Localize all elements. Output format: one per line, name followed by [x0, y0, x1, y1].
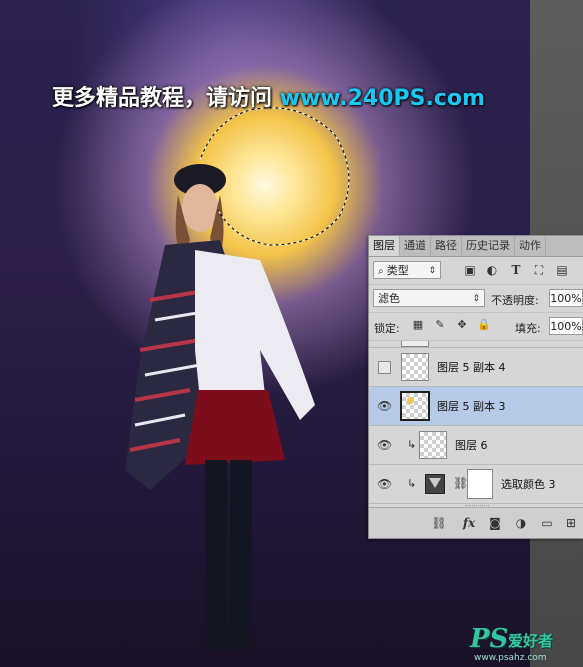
- chain-link-icon[interactable]: ⛓: [453, 476, 468, 490]
- chevron-updown-icon: ⇕: [472, 294, 480, 304]
- lock-row: 锁定: ▦ ✎ ✥ 🔒 填充: 100%: [369, 313, 583, 341]
- fill-label: 填充:: [515, 322, 541, 335]
- layer-row[interactable]: 👁 ↳ 图层 6: [369, 426, 583, 465]
- layer-name: 图层 6: [455, 439, 488, 452]
- layer-filter-select[interactable]: ⌕ 类型 ⇕: [373, 261, 441, 279]
- blend-mode-value: 滤色: [378, 292, 400, 305]
- opacity-input[interactable]: 100%: [549, 289, 583, 307]
- filter-type-label: 类型: [386, 264, 409, 277]
- lock-paint-icon[interactable]: ✎: [433, 318, 447, 332]
- tutorial-watermark: 更多精品教程，请访问 www.240PS.com: [52, 80, 485, 112]
- layer-row-selected[interactable]: 👁 图层 5 副本 3: [369, 387, 583, 426]
- panel-footer: ⛓ fx ◙ ◑ ▭ ⊞: [369, 505, 583, 538]
- adjustment-filter-icon[interactable]: ◐: [483, 261, 501, 279]
- tab-channels[interactable]: 通道: [400, 236, 431, 256]
- tab-layers[interactable]: 图层: [369, 236, 400, 256]
- link-layers-icon[interactable]: ⛓: [431, 516, 447, 530]
- search-icon: ⌕: [378, 266, 387, 277]
- smart-object-filter-icon[interactable]: ▤: [553, 261, 571, 279]
- watermark-site: www.240PS.com: [279, 86, 485, 111]
- layers-panel: 图层 通道 路径 历史记录 动作 ⌕ 类型 ⇕ ▣ ◐ T ⛶ ▤ 滤色 ⇕ 不…: [368, 235, 583, 539]
- site-logo-url: www.psahz.com: [474, 653, 547, 663]
- eye-icon[interactable]: 👁: [377, 399, 392, 413]
- new-group-icon[interactable]: ▭: [539, 516, 555, 530]
- layer-style-fx-icon[interactable]: fx: [461, 516, 477, 530]
- chevron-updown-icon: ⇕: [428, 266, 436, 276]
- type-filter-icon[interactable]: T: [507, 261, 525, 279]
- lock-all-icon[interactable]: 🔒: [477, 318, 491, 332]
- eye-icon[interactable]: 👁: [377, 477, 392, 491]
- lock-transparent-icon[interactable]: ▦: [411, 318, 425, 332]
- layer-mask-thumbnail[interactable]: [467, 469, 493, 499]
- layer-name: 图层 5 副本 3: [437, 400, 506, 413]
- image-filter-icon[interactable]: ▣: [461, 261, 479, 279]
- tab-actions[interactable]: 动作: [515, 236, 546, 256]
- blend-mode-select[interactable]: 滤色 ⇕: [373, 289, 485, 307]
- shape-filter-icon[interactable]: ⛶: [530, 261, 548, 279]
- new-layer-icon[interactable]: ⊞: [563, 516, 579, 530]
- panel-tabbar: 图层 通道 路径 历史记录 动作: [369, 236, 583, 257]
- layer-thumbnail: [401, 353, 429, 381]
- site-logo-name: 爱好者: [508, 632, 554, 650]
- layer-thumbnail: [400, 391, 430, 421]
- layer-row[interactable]: 图层 5 副本 4: [369, 348, 583, 387]
- tab-history[interactable]: 历史记录: [462, 236, 515, 256]
- layer-thumbnail: [419, 431, 447, 459]
- new-adjustment-icon[interactable]: ◑: [513, 516, 529, 530]
- lock-move-icon[interactable]: ✥: [455, 318, 469, 332]
- resize-grip[interactable]: [465, 505, 489, 508]
- blend-row: 滤色 ⇕ 不透明度: 100%: [369, 285, 583, 313]
- layer-row[interactable]: 👁 ↳ ⛓ 选取颜色 3: [369, 465, 583, 504]
- fill-input[interactable]: 100%: [549, 317, 583, 335]
- lock-label: 锁定:: [374, 322, 400, 335]
- add-mask-icon[interactable]: ◙: [487, 516, 503, 530]
- layer-name: 图层 5 副本 4: [437, 361, 506, 374]
- thumbnail-highlight: [407, 397, 414, 404]
- adjustment-icon: [425, 474, 445, 494]
- layer-name: 选取颜色 3: [501, 478, 556, 491]
- layer-thumbnail: [401, 341, 429, 347]
- watermark-prefix: 更多精品教程，请访问: [52, 86, 280, 111]
- visibility-toggle-off[interactable]: [378, 361, 391, 374]
- tab-paths[interactable]: 路径: [431, 236, 462, 256]
- filter-row: ⌕ 类型 ⇕ ▣ ◐ T ⛶ ▤: [369, 257, 583, 285]
- eye-icon[interactable]: 👁: [377, 438, 392, 452]
- clipping-arrow-icon: ↳: [407, 438, 417, 451]
- clipping-arrow-icon: ↳: [407, 477, 417, 490]
- opacity-label: 不透明度:: [491, 294, 539, 307]
- site-logo-mark: PS: [470, 624, 509, 654]
- layer-row-partial[interactable]: [369, 341, 583, 348]
